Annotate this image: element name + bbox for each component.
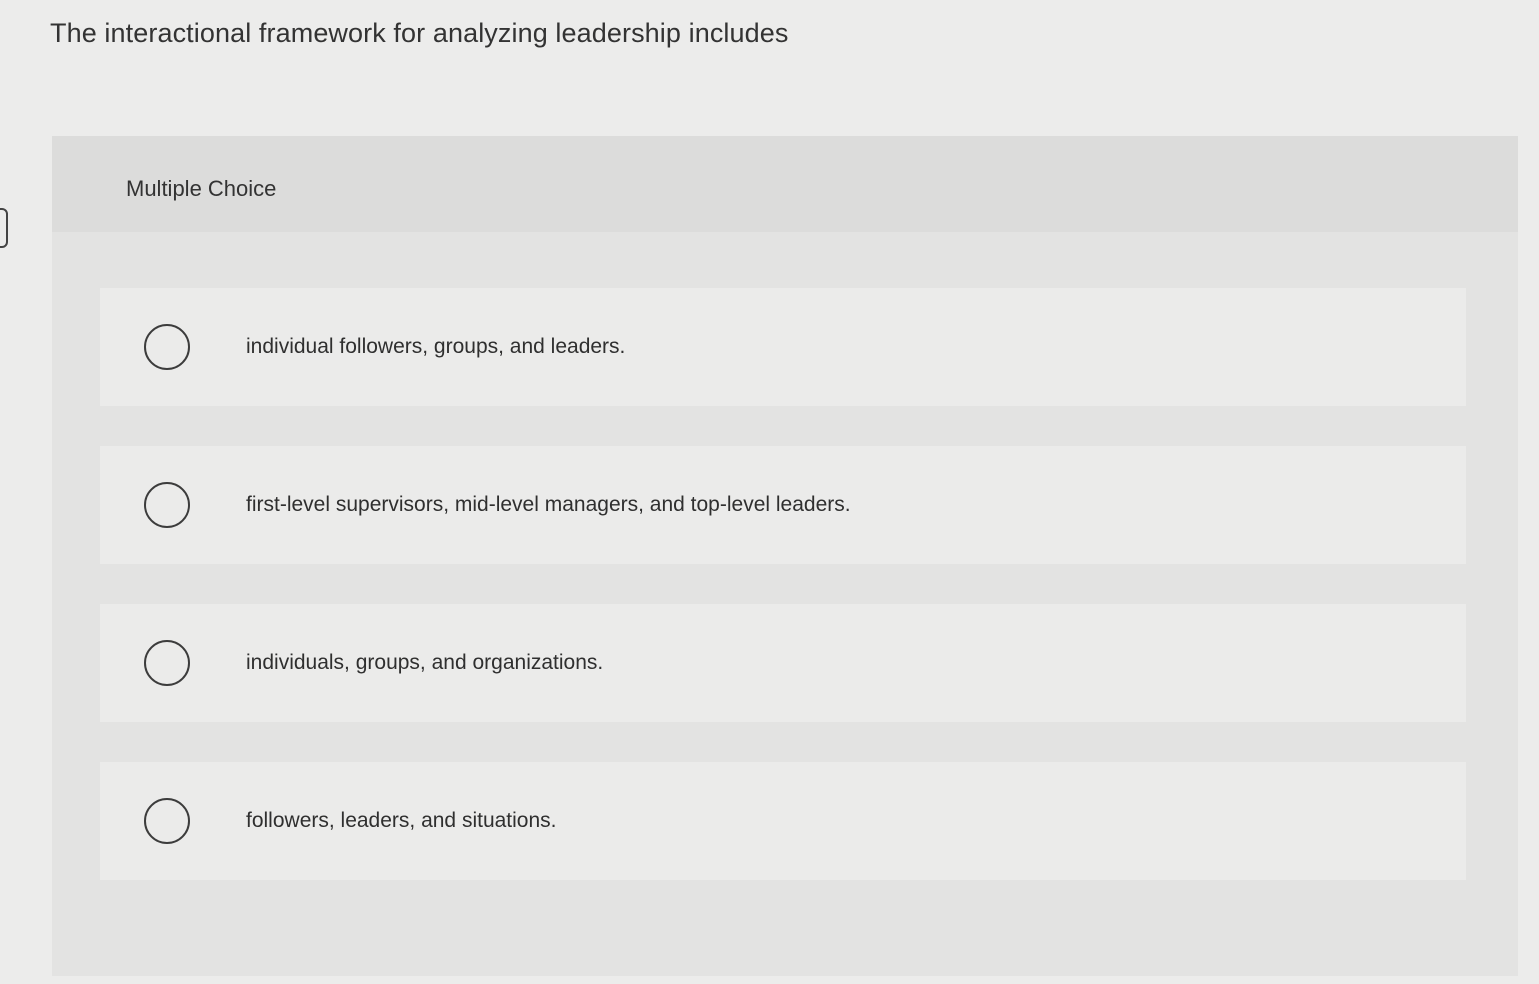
question-text: The interactional framework for analyzin…	[50, 18, 789, 48]
answer-option-label: first-level supervisors, mid-level manag…	[246, 493, 851, 516]
radio-unselected-icon[interactable]	[144, 798, 190, 844]
answer-option-3[interactable]: individuals, groups, and organizations.	[100, 604, 1466, 722]
radio-unselected-icon[interactable]	[144, 324, 190, 370]
question-type-label: Multiple Choice	[126, 176, 277, 201]
answer-option-1[interactable]: individual followers, groups, and leader…	[100, 288, 1466, 406]
multiple-choice-card: Multiple Choice individual followers, gr…	[52, 136, 1518, 976]
answer-option-label: individuals, groups, and organizations.	[246, 651, 604, 674]
answer-option-label: individual followers, groups, and leader…	[246, 335, 626, 358]
card-header: Multiple Choice	[52, 136, 1518, 232]
side-panel-handle[interactable]	[0, 208, 8, 248]
answer-option-label: followers, leaders, and situations.	[246, 809, 557, 832]
radio-unselected-icon[interactable]	[144, 482, 190, 528]
answer-option-4[interactable]: followers, leaders, and situations.	[100, 762, 1466, 880]
answer-option-2[interactable]: first-level supervisors, mid-level manag…	[100, 446, 1466, 564]
radio-unselected-icon[interactable]	[144, 640, 190, 686]
